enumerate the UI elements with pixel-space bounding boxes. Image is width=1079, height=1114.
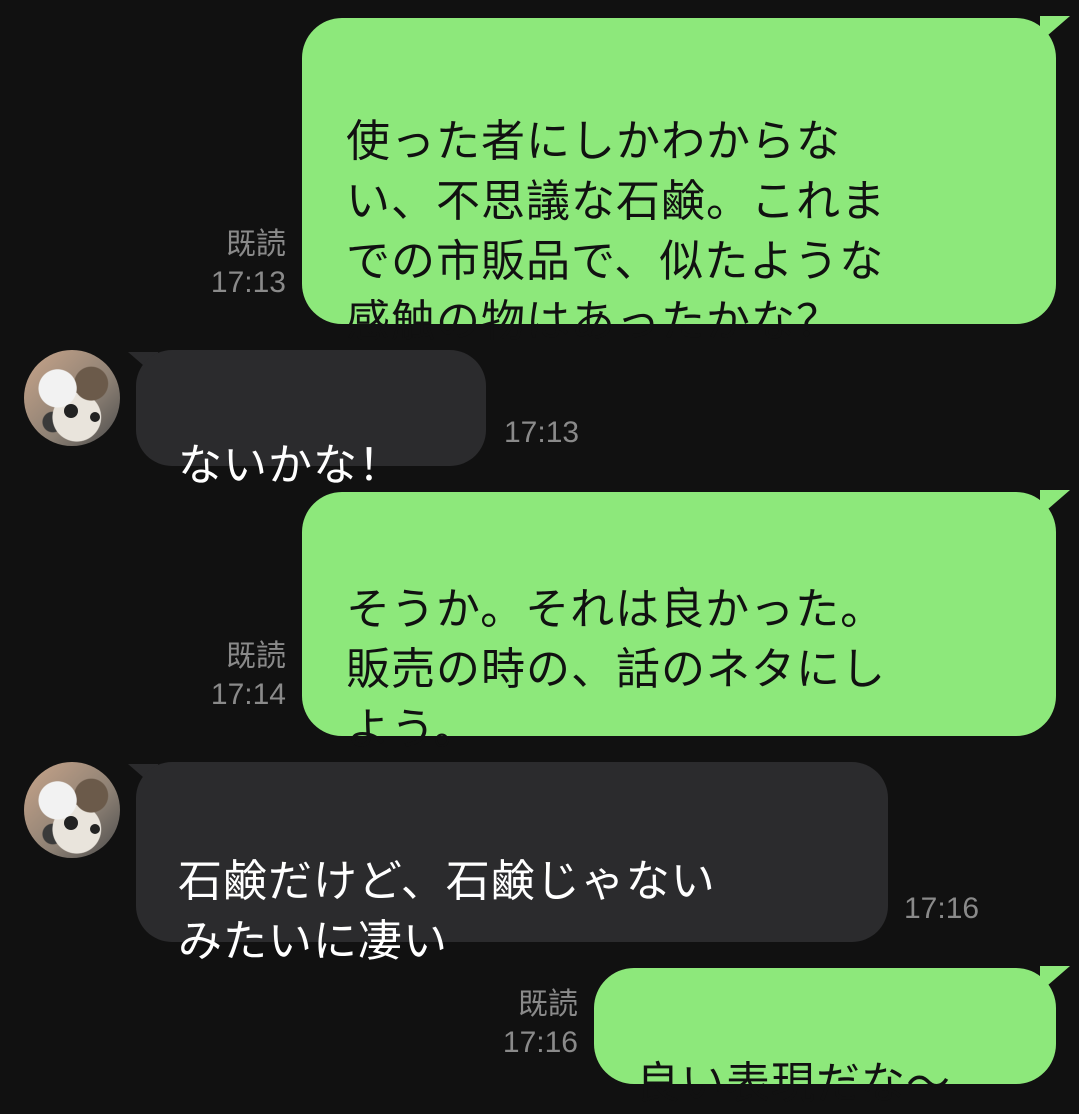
message-text: ないかな！	[178, 440, 403, 491]
cat-avatar-icon[interactable]	[24, 350, 120, 446]
timestamp: 17:13	[504, 416, 580, 449]
message-meta: 既読 17:13	[190, 226, 286, 302]
cat-avatar-icon[interactable]	[24, 762, 120, 858]
message-meta: 既読 17:14	[190, 638, 286, 714]
outgoing-message-bubble[interactable]: 使った者にしかわからな い、不思議な石鹸。これま での市販品で、似たような 感触…	[302, 18, 1056, 347]
bubble-tail	[1040, 16, 1070, 42]
read-receipt: 既読	[226, 640, 286, 673]
bubble-tail	[1040, 490, 1070, 516]
message-meta: 既読 17:16	[482, 986, 578, 1062]
message-text: 使った者にしかわからな い、不思議な石鹸。これま での市販品で、似たような 感触…	[346, 116, 886, 347]
incoming-message-bubble[interactable]: ないかな！	[136, 350, 486, 491]
message-text: 石鹸だけど、石鹸じゃない みたいに凄い	[178, 856, 716, 967]
message-text: そうか。それは良かった。 販売の時の、話のネタにし よう。	[346, 584, 886, 755]
timestamp: 17:16	[502, 1026, 578, 1059]
outgoing-message-bubble[interactable]: そうか。それは良かった。 販売の時の、話のネタにし よう。	[302, 492, 1056, 755]
read-receipt: 既読	[518, 988, 578, 1021]
outgoing-message-bubble[interactable]: 良い表現だな〜	[594, 968, 1056, 1109]
timestamp: 17:14	[210, 678, 286, 711]
read-receipt: 既読	[226, 228, 286, 261]
timestamp: 17:16	[904, 892, 980, 925]
bubble-tail	[1040, 966, 1070, 992]
chat-message-list[interactable]: 既読 17:13 使った者にしかわからな い、不思議な石鹸。これま での市販品で…	[0, 0, 1079, 1113]
timestamp: 17:13	[210, 266, 286, 299]
message-text: 良い表現だな〜	[636, 1058, 951, 1109]
incoming-message-bubble[interactable]: 石鹸だけど、石鹸じゃない みたいに凄い	[136, 762, 888, 967]
